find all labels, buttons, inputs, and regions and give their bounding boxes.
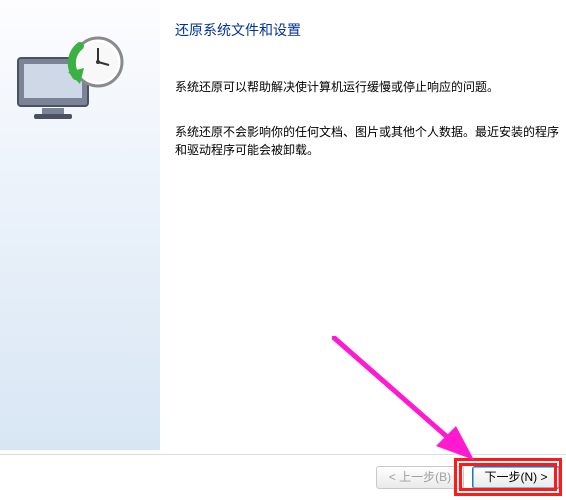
wizard-main: 还原系统文件和设置 系统还原可以帮助解决使计算机运行缓慢或停止响应的问题。 系统… <box>175 20 566 186</box>
system-restore-icon <box>10 28 130 133</box>
intro-paragraph-1: 系统还原可以帮助解决使计算机运行缓慢或停止响应的问题。 <box>175 78 566 97</box>
page-title: 还原系统文件和设置 <box>175 20 566 40</box>
back-button: < 上一步(B) <box>376 466 464 489</box>
next-button[interactable]: 下一步(N) > <box>472 466 560 489</box>
wizard-button-row: < 上一步(B) 下一步(N) > <box>0 454 566 500</box>
wizard-side-panel <box>0 0 160 450</box>
intro-paragraph-2: 系统还原不会影响你的任何文档、图片或其他个人数据。最近安装的程序和驱动程序可能会… <box>175 123 566 160</box>
